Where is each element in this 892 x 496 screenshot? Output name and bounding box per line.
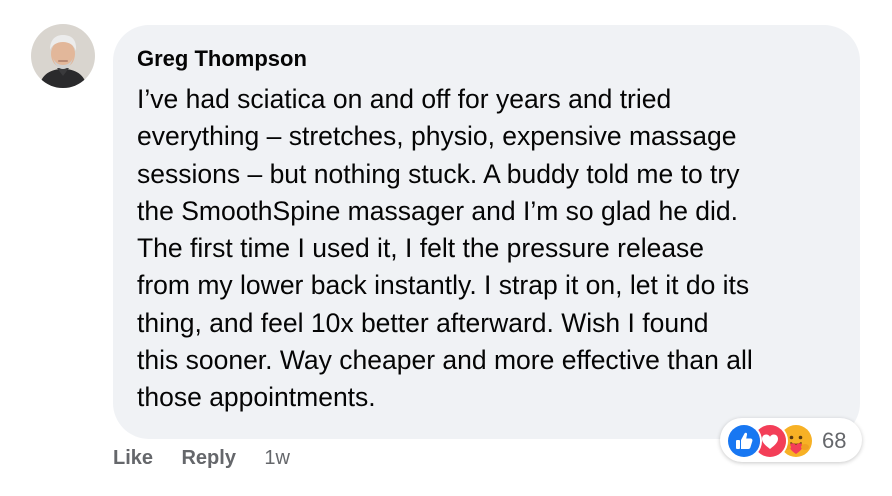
comment-line: everything – stretches, physio, expensiv… [137, 121, 737, 152]
comment-line: the SmoothSpine massager and I’m so glad… [137, 195, 739, 226]
comment-line: this sooner. Way cheaper and more effect… [137, 345, 753, 376]
reaction-count: 68 [822, 428, 847, 453]
comment-text: I’ve had sciatica on and off for years a… [137, 81, 849, 417]
avatar[interactable] [31, 24, 95, 88]
comment-timestamp[interactable]: 1w [264, 447, 290, 470]
comment-author[interactable]: Greg Thompson [137, 46, 307, 72]
like-icon [726, 423, 762, 459]
reply-button[interactable]: Reply [181, 447, 235, 470]
avatar-image [31, 24, 95, 88]
comment-line: those appointments. [137, 382, 376, 413]
comment-actions: Like Reply 1w [113, 447, 290, 477]
comment-line: thing, and feel 10x better afterward. Wi… [137, 307, 709, 338]
reactions-summary[interactable]: 68 [720, 418, 862, 462]
comment-line: I’ve had sciatica on and off for years a… [137, 84, 672, 114]
comment-line: The first time I used it, I felt the pre… [137, 233, 705, 264]
comment-line: from my lower back instantly. I strap it… [137, 270, 750, 301]
like-button[interactable]: Like [113, 447, 153, 470]
comment-line: sessions – but nothing stuck. A buddy to… [137, 158, 740, 189]
comment-bubble: Greg Thompson I’ve had sciatica on and o… [113, 25, 860, 439]
